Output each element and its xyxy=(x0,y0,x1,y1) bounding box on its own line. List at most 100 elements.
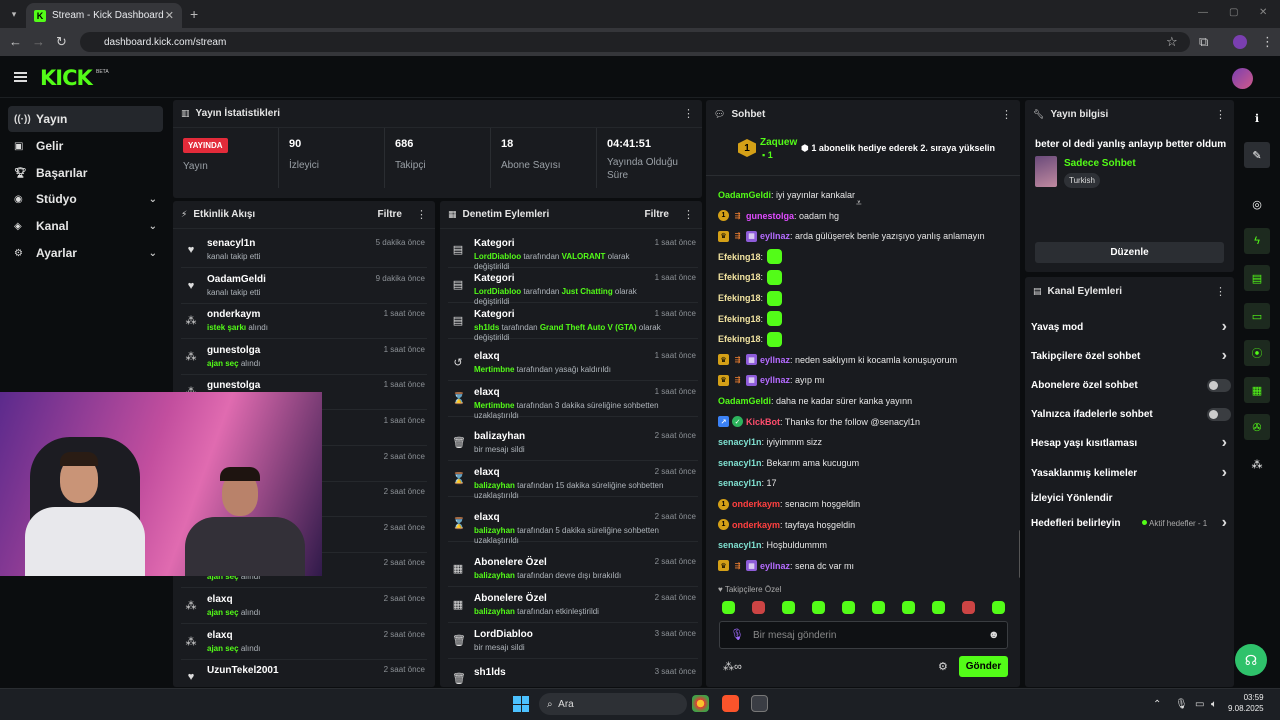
more-options-icon[interactable]: ⋮ xyxy=(683,208,694,221)
chat-username[interactable]: onderkaym xyxy=(732,520,780,530)
windows-start-icon[interactable] xyxy=(513,696,529,712)
chat-message[interactable]: 1 ⇶ gunestolga: oadam hg xyxy=(718,207,839,225)
toggle-switch[interactable] xyxy=(1207,378,1231,392)
chevron-right-icon[interactable]: › xyxy=(1222,464,1227,482)
chat-message[interactable]: ↗ ✓ KickBot: Thanks for the follow @senacy… xyxy=(718,413,920,431)
chat-message[interactable]: senacyl1n: Bekarım ama kucugum xyxy=(718,454,859,472)
filter-button[interactable]: Filtre xyxy=(645,209,669,220)
moderation-item[interactable]: 🗑︎ sh1lds 3 saat önce xyxy=(448,662,698,687)
chat-username[interactable]: Efeking18 xyxy=(718,272,761,282)
moderation-target[interactable]: elaxq xyxy=(474,467,500,478)
close-icon[interactable]: ✕ xyxy=(165,9,174,22)
browser-tab[interactable]: K Stream - Kick Dashboard ✕ xyxy=(26,3,182,28)
chat-username[interactable]: Efeking18 xyxy=(718,252,761,262)
chat-username[interactable]: Efeking18 xyxy=(718,334,761,344)
taskbar-search[interactable]: ⌕ Ara xyxy=(539,693,687,715)
moderation-target[interactable]: Abonelere Özel xyxy=(474,557,547,568)
forward-icon[interactable]: → xyxy=(32,34,45,49)
url-field[interactable]: dashboard.kick.com/stream xyxy=(80,32,1190,52)
activity-user[interactable]: senacyl1n xyxy=(207,238,255,249)
layout-icon[interactable]: ▦ xyxy=(1244,377,1270,403)
moderation-target[interactable]: elaxq xyxy=(474,387,500,398)
activity-item[interactable]: ⁂ onderkaym istek şarkı alındı 1 saat önce xyxy=(181,304,427,340)
activity-user[interactable]: OadamGeldi xyxy=(207,274,266,285)
moderator-name[interactable]: balizayhan xyxy=(474,607,515,616)
chat-username[interactable]: Efeking18 xyxy=(718,293,761,303)
chat-message[interactable]: Efeking18: xyxy=(718,289,783,307)
activity-item[interactable]: ⁂ elaxq ajan seç alındı 2 saat önce xyxy=(181,589,427,624)
emote-icon[interactable] xyxy=(752,601,765,614)
chat-username[interactable]: eyllnaz xyxy=(760,355,790,365)
moderation-item[interactable]: ↺ elaxq Mertimbne tarafından yasağı kaldır… xyxy=(448,346,698,381)
sidebar-item-studyo[interactable]: ◉ Stüdyo ⌄ xyxy=(8,186,163,212)
moderation-item[interactable]: ▤ Kategori LordDiabloo tarafından VALORANT… xyxy=(448,233,698,271)
edit-button[interactable]: Düzenle xyxy=(1035,242,1224,263)
activity-item[interactable]: ♥ OadamGeldi kanalı takip etti 9 dakika ön… xyxy=(181,269,427,304)
browser-menu-icon[interactable]: ⋮ xyxy=(1261,34,1274,50)
moderation-item[interactable]: ▦ Abonelere Özel balizayhan tarafından dev… xyxy=(448,552,698,587)
sidebar-item-kanal[interactable]: ◈ Kanal ⌄ xyxy=(8,213,163,239)
chat-icon[interactable]: ▭ xyxy=(1244,303,1270,329)
moderation-item[interactable]: ▦ Abonelere Özel balizayhan tarafından etk… xyxy=(448,588,698,623)
profile-avatar[interactable] xyxy=(1233,35,1247,49)
points-icon[interactable]: ⁂∞ xyxy=(723,660,742,673)
maximize-icon[interactable]: ▢ xyxy=(1229,7,1238,18)
moderation-item[interactable]: ▤ Kategori LordDiabloo tarafından Just Cha… xyxy=(448,268,698,306)
chat-message[interactable]: Efeking18: xyxy=(718,310,783,328)
microphone-icon[interactable]: 🎙︎ xyxy=(1175,699,1188,710)
moderator-name[interactable]: balizayhan xyxy=(474,526,515,535)
moderation-target[interactable]: elaxq xyxy=(474,351,500,362)
chevron-right-icon[interactable]: › xyxy=(1222,434,1227,452)
sidebar-item-basarilar[interactable]: 🏆︎ Başarılar xyxy=(8,160,163,186)
channel-action-row[interactable]: Yalnızca ifadelerle sohbet xyxy=(1031,405,1231,423)
moderation-target[interactable]: Kategori xyxy=(474,309,515,320)
chrome-icon[interactable] xyxy=(692,695,709,712)
activity-user[interactable]: elaxq xyxy=(207,594,233,605)
pencil-icon[interactable]: ✎ xyxy=(1244,142,1270,168)
obs-icon[interactable] xyxy=(751,695,768,712)
activity-user[interactable]: elaxq xyxy=(207,630,233,641)
minimize-icon[interactable]: — xyxy=(1198,7,1208,18)
moderation-target[interactable]: Kategori xyxy=(474,273,515,284)
channel-action-row[interactable]: İzleyici Yönlendir xyxy=(1031,489,1231,507)
activity-user[interactable]: UzunTekel2001 xyxy=(207,665,279,676)
chat-username[interactable]: senacyl1n xyxy=(718,540,762,550)
emote-icon[interactable] xyxy=(842,601,855,614)
hamburger-menu-icon[interactable] xyxy=(14,72,27,82)
activity-user[interactable]: onderkaym xyxy=(207,309,260,320)
chevron-right-icon[interactable]: › xyxy=(1222,347,1227,365)
emote-icon[interactable] xyxy=(992,601,1005,614)
chat-settings-icon[interactable]: ⚙ xyxy=(938,660,948,673)
chat-message[interactable]: senacyl1n: iyiyimmm sizz xyxy=(718,433,822,451)
info-icon[interactable]: ℹ xyxy=(1244,105,1270,131)
chevron-down-icon[interactable]: ⌄ xyxy=(149,221,157,232)
sidebar-item-yayin[interactable]: ((·)) Yayın xyxy=(8,106,163,132)
activity-user[interactable]: gunestolga xyxy=(207,380,260,391)
chat-message[interactable]: OadamGeldi: iyi yayınlar kankalar xyxy=(718,186,855,204)
extensions-icon[interactable]: ⧉ xyxy=(1199,34,1208,50)
chat-message-input[interactable]: 🎙︎ Bir mesaj gönderin ☻ xyxy=(719,621,1008,649)
activity-item[interactable]: ⁂ gunestolga ajan seç alındı 1 saat önce xyxy=(181,340,427,375)
chat-message[interactable]: ♛ ⇶ ▦ eyllnaz: sena dc var mı xyxy=(718,557,854,575)
wrench-icon[interactable]: ✇ xyxy=(1244,414,1270,440)
chat-username[interactable]: eyllnaz xyxy=(760,375,790,385)
chat-message[interactable]: Efeking18: xyxy=(718,330,783,348)
toggle-switch[interactable] xyxy=(1207,407,1231,421)
chat-message[interactable]: Efeking18: xyxy=(718,248,783,266)
reload-icon[interactable]: ↻ xyxy=(56,34,67,50)
chat-message[interactable]: ♛ ⇶ ▦ eyllnaz: neden saklıyım ki kocamla ko… xyxy=(718,351,957,369)
filter-button[interactable]: Filtre xyxy=(378,209,402,220)
chat-message[interactable]: senacyl1n: 17 xyxy=(718,474,777,492)
chevron-down-icon[interactable]: ⌄ xyxy=(149,194,157,205)
kick-logo[interactable]: KICK xyxy=(40,66,93,90)
chat-username[interactable]: senacyl1n xyxy=(718,437,762,447)
chat-scrollbar[interactable] xyxy=(1019,530,1020,578)
channel-action-row[interactable]: Takipçilere özel sohbet › xyxy=(1031,347,1231,365)
emote-icon[interactable] xyxy=(872,601,885,614)
chat-message[interactable]: ♛ ⇶ ▦ eyllnaz: arda gülüşerek benle yazışıy… xyxy=(718,227,985,245)
chat-username[interactable]: eyllnaz xyxy=(760,561,790,571)
moderation-target[interactable]: LordDiabloo xyxy=(474,629,533,640)
moderation-item[interactable]: ⌛ elaxq balizayhan tarafından 15 dakika sü… xyxy=(448,462,698,500)
chevron-right-icon[interactable]: › xyxy=(1222,514,1227,532)
emoji-icon[interactable]: ☻ xyxy=(988,629,1000,641)
